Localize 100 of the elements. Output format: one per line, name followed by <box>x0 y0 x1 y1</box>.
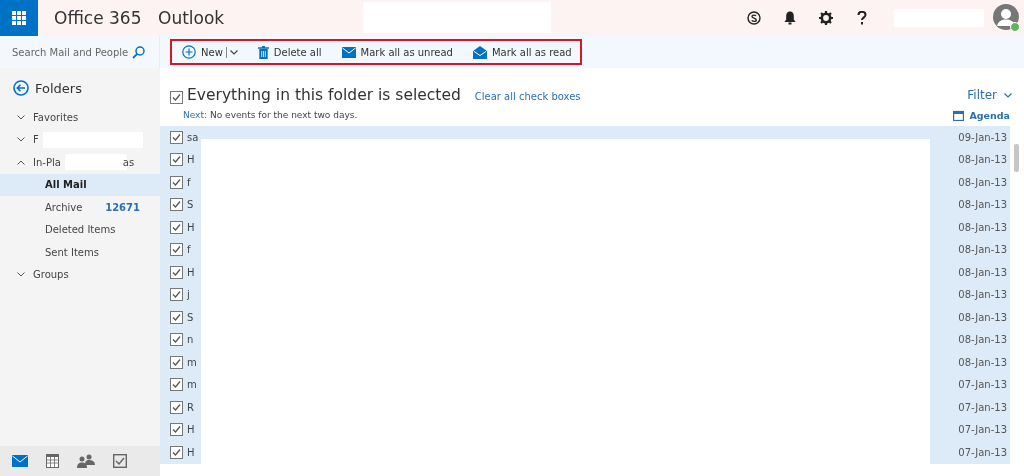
folder-group[interactable]: Favorites <box>0 106 160 129</box>
sender-name: H <box>187 154 196 166</box>
message-row[interactable]: j 08-Jan-13 <box>160 283 1010 306</box>
folder-group-label: Groups <box>33 269 69 281</box>
message-row[interactable]: m 08-Jan-13 <box>160 351 1010 374</box>
plus-icon <box>182 45 196 59</box>
checkbox[interactable] <box>170 423 183 437</box>
message-date: 07-Jan-13 <box>958 424 1007 436</box>
checkbox[interactable] <box>170 130 183 144</box>
chevron-down-icon[interactable] <box>17 272 25 278</box>
folder-group[interactable]: Groups <box>0 263 160 286</box>
message-row[interactable]: f 08-Jan-13 <box>160 171 1010 194</box>
checkbox[interactable] <box>170 445 183 459</box>
tasks-icon[interactable] <box>113 454 127 468</box>
sender-name: f <box>187 176 192 188</box>
calendar-icon[interactable] <box>46 454 59 468</box>
sender-name: m <box>187 356 198 368</box>
new-button[interactable]: New <box>182 45 238 59</box>
message-date: 08-Jan-13 <box>958 154 1007 166</box>
folder-group-label: F <box>33 134 39 146</box>
message-row[interactable]: H 07-Jan-13 <box>160 441 1010 464</box>
chevron-down-icon[interactable] <box>17 137 25 143</box>
message-row[interactable]: H 08-Jan-13 <box>160 261 1010 284</box>
checkbox[interactable] <box>170 198 183 212</box>
message-row[interactable]: sa 09-Jan-13 <box>160 126 1010 149</box>
checkbox[interactable] <box>170 378 183 392</box>
chevron-up-icon[interactable] <box>17 159 25 165</box>
delete-button[interactable]: Delete all <box>257 45 322 59</box>
sender-name: S <box>187 199 195 211</box>
checkbox[interactable] <box>170 175 183 189</box>
message-row[interactable]: S 08-Jan-13 <box>160 306 1010 329</box>
folder-item[interactable]: Deleted Items <box>0 218 160 241</box>
checkbox[interactable] <box>170 153 183 167</box>
message-row[interactable]: n 08-Jan-13 <box>160 328 1010 351</box>
calendar-icon <box>953 109 965 121</box>
checkbox[interactable] <box>170 333 183 347</box>
settings-icon[interactable] <box>819 11 833 25</box>
folder-group-label: Favorites <box>33 111 79 123</box>
message-date: 08-Jan-13 <box>958 221 1007 233</box>
folders-heading[interactable]: Folders <box>35 80 82 96</box>
folder-group[interactable]: F <box>0 128 160 151</box>
checkbox[interactable] <box>170 310 183 324</box>
skype-icon[interactable] <box>747 11 761 25</box>
unread-count: 12671 <box>105 201 140 213</box>
suite-title[interactable]: Office 365 <box>54 8 158 28</box>
message-date: 08-Jan-13 <box>958 289 1007 301</box>
chevron-down-icon[interactable] <box>17 114 25 120</box>
agenda-button[interactable]: Agenda <box>953 109 1010 121</box>
bell-icon[interactable] <box>784 11 796 25</box>
sender-name: f <box>187 244 192 256</box>
message-row[interactable]: H 08-Jan-13 <box>160 216 1010 239</box>
chevron-down-icon <box>1004 92 1012 98</box>
folder-item[interactable]: Sent Items <box>0 241 160 264</box>
folder-label: Archive <box>45 201 83 213</box>
people-icon[interactable] <box>77 454 95 468</box>
clear-checkboxes-link[interactable]: Clear all check boxes <box>474 91 581 102</box>
sender-name: H <box>187 266 196 278</box>
grid-icon <box>12 11 26 25</box>
checkbox[interactable] <box>170 400 183 414</box>
filter-dropdown[interactable]: Filter <box>967 88 1012 102</box>
message-date: 08-Jan-13 <box>958 311 1007 323</box>
message-row[interactable]: H 07-Jan-13 <box>160 418 1010 441</box>
message-date: 08-Jan-13 <box>958 199 1007 211</box>
sender-name: H <box>187 424 196 436</box>
app-title[interactable]: Outlook <box>158 8 363 28</box>
folder-item[interactable]: All Mail <box>0 173 160 196</box>
folder-group[interactable]: In-Pla as <box>0 151 160 174</box>
checkbox[interactable] <box>170 265 183 279</box>
folder-group-label: In-Pla <box>33 156 61 168</box>
search-icon[interactable] <box>132 45 145 59</box>
message-row[interactable]: f 08-Jan-13 <box>160 238 1010 261</box>
folder-label: All Mail <box>45 179 87 191</box>
folder-item[interactable]: Archive 12671 <box>0 196 160 219</box>
checkbox[interactable] <box>170 220 183 234</box>
sender-name: sa <box>187 131 200 143</box>
avatar-icon[interactable] <box>992 3 1020 33</box>
checkbox[interactable] <box>170 288 183 302</box>
read-button[interactable]: Mark all as read <box>472 45 572 59</box>
checkbox[interactable] <box>170 355 183 369</box>
sender-name: R <box>187 401 195 413</box>
message-row[interactable]: R 07-Jan-13 <box>160 396 1010 419</box>
mail-icon[interactable] <box>12 455 28 467</box>
checkbox[interactable] <box>170 243 183 257</box>
sender-name: n <box>187 334 195 346</box>
message-date: 08-Jan-13 <box>958 244 1007 256</box>
help-icon[interactable] <box>857 11 867 25</box>
envelope-icon <box>341 46 356 58</box>
message-date: 07-Jan-13 <box>958 379 1007 391</box>
unread-button[interactable]: Mark all as unread <box>341 46 453 58</box>
folder-group-label: as <box>122 156 135 168</box>
message-row[interactable]: H 08-Jan-13 <box>160 148 1010 171</box>
message-row[interactable]: m 07-Jan-13 <box>160 373 1010 396</box>
app-launcher-button[interactable] <box>0 0 38 36</box>
message-row[interactable]: S 08-Jan-13 <box>160 193 1010 216</box>
checkbox[interactable] <box>170 91 183 104</box>
message-date: 07-Jan-13 <box>958 446 1007 458</box>
message-date: 07-Jan-13 <box>958 401 1007 413</box>
search-field[interactable]: Search Mail and People <box>12 46 132 58</box>
sender-name: S <box>187 311 195 323</box>
message-date: 08-Jan-13 <box>958 334 1007 346</box>
